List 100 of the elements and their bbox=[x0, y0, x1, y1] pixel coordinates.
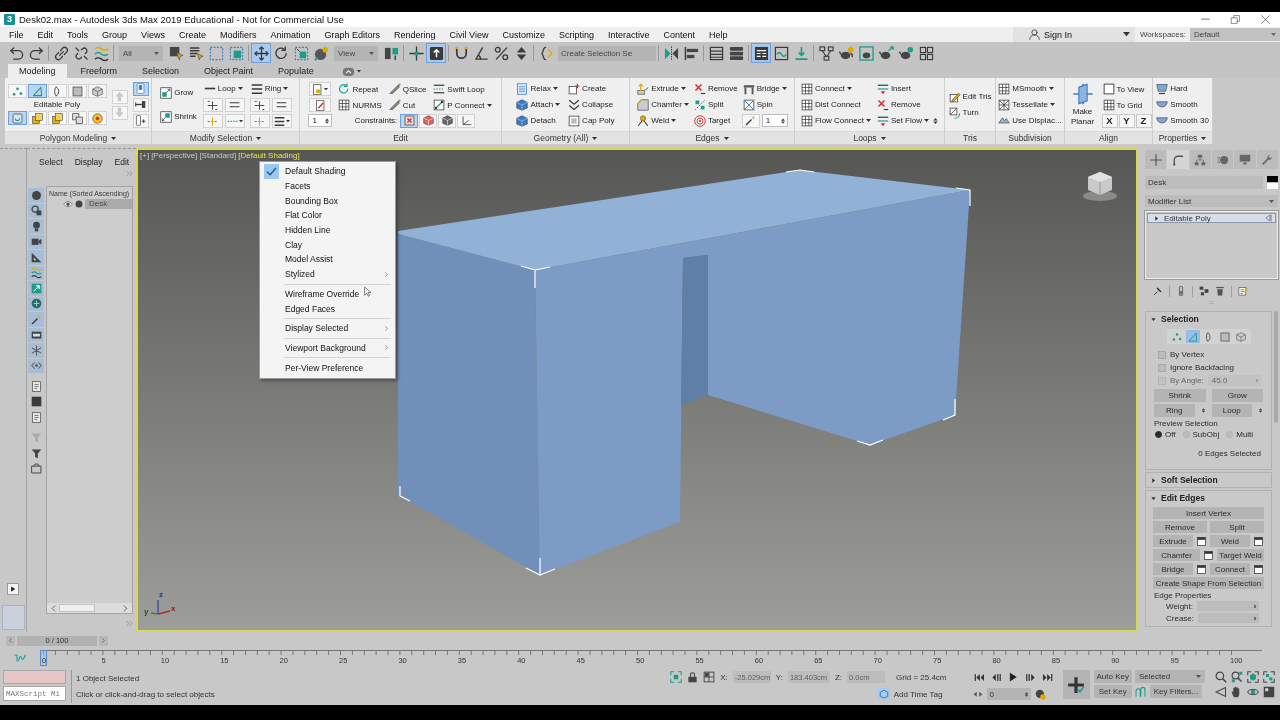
menu-item[interactable]: Animation bbox=[263, 27, 318, 42]
ribbon-tab[interactable]: Modeling bbox=[8, 64, 67, 78]
tube-icon[interactable] bbox=[1176, 286, 1186, 296]
filter-button[interactable] bbox=[28, 250, 44, 265]
navigation-cube-icon[interactable] bbox=[1082, 170, 1118, 202]
menu-item[interactable]: Graph Editors bbox=[317, 27, 387, 42]
wedge-icon[interactable] bbox=[1215, 686, 1227, 698]
toolbar-button[interactable] bbox=[406, 43, 426, 63]
constraint-button[interactable] bbox=[400, 113, 419, 128]
menu-item[interactable]: Viewport Background bbox=[262, 340, 393, 356]
small-tool-button[interactable] bbox=[132, 113, 149, 128]
magnifier-icon[interactable] bbox=[1215, 671, 1227, 683]
tool-button[interactable]: Attach bbox=[515, 97, 562, 112]
tool-button[interactable]: Tessellate bbox=[997, 97, 1063, 112]
listener-output-field[interactable] bbox=[3, 670, 66, 684]
tool-button[interactable]: Smooth 30 bbox=[1155, 113, 1210, 128]
filter-button[interactable] bbox=[28, 219, 44, 234]
viewport-label[interactable]: [Standard] bbox=[199, 151, 237, 160]
tool-button[interactable]: Grow bbox=[159, 85, 198, 100]
selection-tool-button[interactable] bbox=[67, 111, 87, 125]
panel-title[interactable]: Geometry (All) bbox=[502, 131, 629, 144]
magnifier-squares-icon[interactable] bbox=[1231, 671, 1243, 683]
menu-item[interactable]: Group bbox=[95, 27, 135, 42]
filter-button[interactable] bbox=[28, 265, 44, 280]
set-key-button[interactable] bbox=[1062, 670, 1090, 699]
tool-button[interactable]: Use Displac... bbox=[997, 113, 1063, 128]
panel-title[interactable]: Loops bbox=[795, 131, 944, 144]
scrollbar-thumb[interactable] bbox=[59, 604, 95, 612]
trash-icon[interactable] bbox=[1215, 286, 1225, 296]
menu-item[interactable]: Bounding Box bbox=[262, 193, 393, 209]
settings-button[interactable] bbox=[1253, 563, 1264, 575]
corner-cubes-icon[interactable] bbox=[1263, 671, 1275, 683]
tool-button[interactable]: Turn bbox=[947, 105, 993, 120]
constraint-button[interactable] bbox=[457, 113, 476, 128]
pin-icon[interactable] bbox=[1153, 286, 1163, 296]
previous-frame-button[interactable] bbox=[6, 635, 15, 646]
small-tool-button[interactable] bbox=[202, 98, 223, 112]
filter-button[interactable] bbox=[28, 188, 44, 203]
toolbar-button[interactable] bbox=[856, 43, 876, 63]
menu-item[interactable]: Clay bbox=[262, 237, 393, 253]
constraint-button[interactable] bbox=[438, 113, 457, 128]
frame-ruler[interactable] bbox=[40, 649, 1262, 656]
tool-button[interactable]: Chamfer bbox=[636, 97, 690, 112]
rollout-header[interactable]: Soft Selection bbox=[1150, 473, 1267, 487]
left-right-arrows-icon[interactable] bbox=[972, 690, 983, 698]
toolbar-button[interactable] bbox=[816, 43, 836, 63]
frame-spinner[interactable]: 0 bbox=[986, 688, 1031, 700]
rollout-header[interactable]: Selection bbox=[1150, 312, 1267, 326]
rollout-button[interactable]: Extrude bbox=[1153, 535, 1193, 547]
corner-cube-icon[interactable] bbox=[1247, 671, 1259, 683]
subobject-button[interactable] bbox=[7, 84, 27, 98]
rollout-button[interactable]: Loop bbox=[1211, 404, 1252, 417]
menu-item[interactable]: Edged Faces bbox=[262, 301, 393, 316]
spinner-field[interactable] bbox=[1197, 601, 1259, 611]
panel-title[interactable]: Polygon Modeling bbox=[5, 131, 151, 144]
rollout-button[interactable]: Chamfer bbox=[1153, 549, 1200, 561]
menu-item[interactable]: Rendering bbox=[387, 27, 443, 42]
settings-button[interactable] bbox=[1253, 535, 1264, 547]
panel-title[interactable]: Edges bbox=[630, 131, 794, 144]
object-name-field[interactable]: Desk bbox=[1145, 176, 1263, 189]
selection-tool-button[interactable] bbox=[27, 111, 47, 125]
tool-button[interactable]: Edit Tris bbox=[947, 89, 993, 104]
chevron-right-icon[interactable] bbox=[122, 604, 129, 612]
spinner-field[interactable] bbox=[1198, 613, 1259, 623]
rollout-button[interactable]: Weld bbox=[1210, 535, 1250, 547]
panel-title[interactable]: Properties bbox=[1153, 131, 1212, 144]
panel-title[interactable]: Align bbox=[1065, 131, 1152, 144]
rollout-button[interactable]: Insert Vertex bbox=[1153, 507, 1264, 519]
radio-button[interactable] bbox=[1155, 431, 1162, 438]
menu-item[interactable]: Per-View Preference bbox=[262, 360, 393, 375]
menu-item[interactable]: Customize bbox=[495, 27, 552, 42]
axis-button[interactable]: Y bbox=[1118, 113, 1135, 128]
spinner-field[interactable]: 1 bbox=[761, 114, 788, 127]
menu-item[interactable]: Civil View bbox=[442, 27, 496, 42]
subobject-button[interactable] bbox=[67, 84, 87, 98]
selection-tool-button[interactable] bbox=[7, 111, 27, 125]
tool-button[interactable]: Relax bbox=[515, 81, 562, 96]
viewport-label[interactable]: [+] bbox=[140, 151, 150, 160]
axis-button[interactable]: Z bbox=[1135, 113, 1152, 128]
menu-item[interactable]: Hidden Line bbox=[262, 222, 393, 238]
tool-button[interactable]: Smooth bbox=[1155, 97, 1210, 112]
spinner-arrows-icon[interactable] bbox=[1200, 406, 1206, 415]
filter-button[interactable] bbox=[28, 461, 44, 476]
small-tool-button[interactable] bbox=[309, 98, 332, 112]
ribbon-tab[interactable]: Selection bbox=[131, 64, 191, 78]
rollout-button[interactable]: Target Weld bbox=[1217, 549, 1264, 561]
tool-button[interactable]: MSmooth bbox=[997, 81, 1063, 96]
orbit-icon[interactable] bbox=[1247, 686, 1259, 698]
current-frame-marker[interactable] bbox=[40, 649, 47, 666]
coordinate-system-dropdown[interactable]: View bbox=[334, 45, 378, 61]
menu-item[interactable]: Interactive bbox=[600, 27, 657, 42]
menu-item[interactable]: Views bbox=[134, 27, 172, 42]
explorer-menu[interactable]: Edit bbox=[114, 156, 130, 168]
tool-button[interactable]: Insert bbox=[875, 81, 939, 96]
subobject-button[interactable] bbox=[27, 84, 47, 98]
tool-button[interactable]: Set Flow bbox=[875, 113, 930, 128]
panel-title[interactable]: Tris bbox=[945, 131, 995, 144]
menu-item[interactable]: Scripting bbox=[551, 27, 601, 42]
tool-button[interactable]: P Connect bbox=[432, 97, 493, 113]
tool-button[interactable]: Cut bbox=[387, 97, 428, 113]
